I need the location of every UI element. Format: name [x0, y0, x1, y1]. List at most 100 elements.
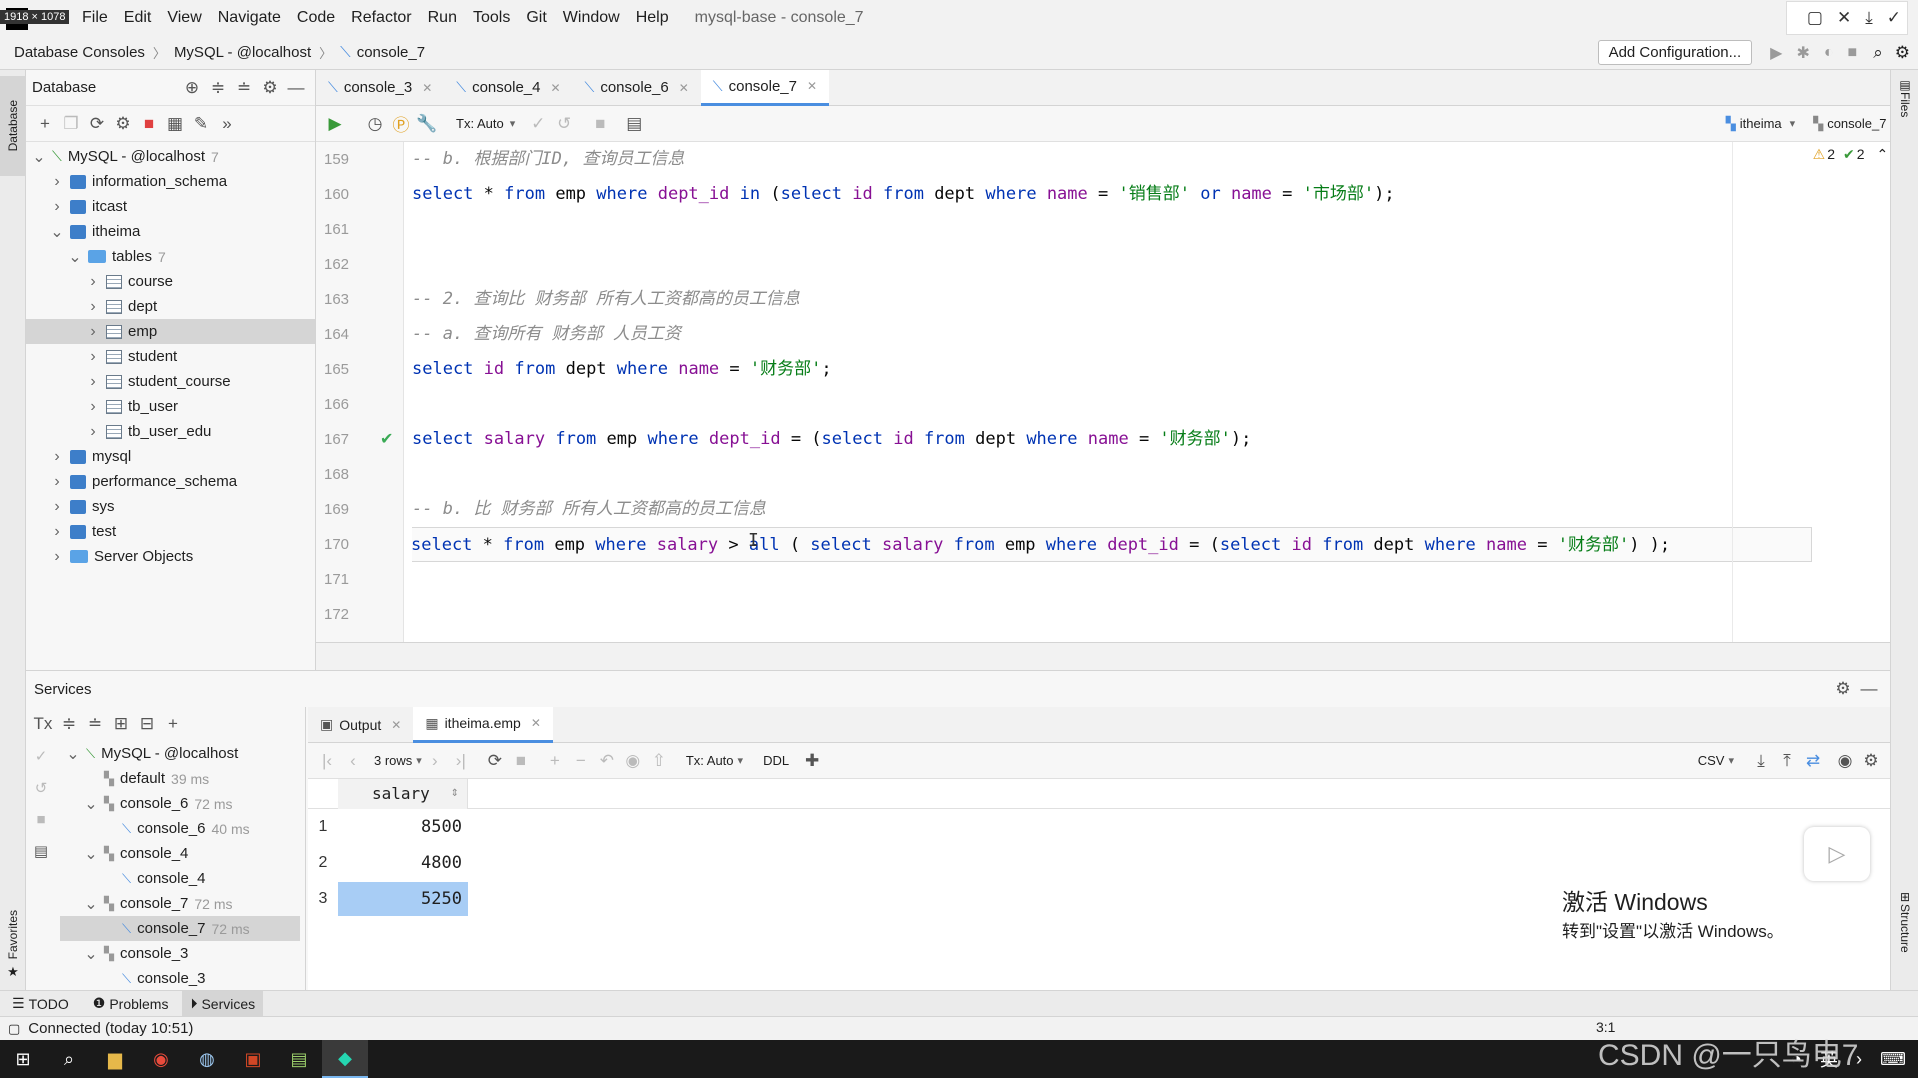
tree-node-tables[interactable]: ⌄ tables 7	[26, 244, 315, 269]
service-node[interactable]: ⌄ ▚ console_3	[60, 941, 300, 966]
stop-icon[interactable]: ■	[36, 811, 45, 828]
cancel-icon[interactable]: ■	[508, 751, 534, 771]
add-icon[interactable]: +	[160, 714, 186, 734]
tree-node-student-course[interactable]: › student_course	[26, 369, 315, 394]
menu-tools[interactable]: Tools	[473, 9, 510, 27]
chevron-right-icon[interactable]: ›	[86, 298, 100, 316]
history-icon[interactable]: ◷	[362, 114, 388, 134]
tab-console-6[interactable]: ⟍ console_6 ✕	[573, 70, 701, 106]
keyboard-icon[interactable]: ⌨	[1880, 1049, 1906, 1070]
refresh-icon[interactable]: ⟳	[84, 114, 110, 134]
chevron-right-icon[interactable]: ›	[50, 473, 64, 491]
stop-icon[interactable]: ■	[1848, 44, 1858, 62]
structure-tool-tab[interactable]: ⊞ Structure	[1891, 890, 1918, 1000]
menu-window[interactable]: Window	[563, 9, 620, 27]
tree-node-dept[interactable]: › dept	[26, 294, 315, 319]
database-tool-tab[interactable]: Database	[0, 76, 26, 176]
tree-node-itheima[interactable]: ⌄ itheima	[26, 219, 315, 244]
group-icon[interactable]: ⊞	[108, 714, 134, 734]
code-line[interactable]: select * from emp where dept_id in (sele…	[412, 177, 1812, 212]
menu-run[interactable]: Run	[428, 9, 457, 27]
tx-mode-select[interactable]: Tx: Auto	[456, 116, 504, 131]
menu-file[interactable]: File	[82, 9, 108, 27]
tree-node-mysql-localhost[interactable]: ⌄ ⟍ MySQL - @localhost 7	[26, 144, 315, 169]
close-tab-icon[interactable]: ✕	[391, 718, 401, 732]
tx-icon[interactable]: Tx	[30, 714, 56, 734]
datagrip-taskbar-icon[interactable]: ◆	[322, 1040, 368, 1078]
close-tab-icon[interactable]: ✕	[807, 79, 817, 93]
close-tab-icon[interactable]: ✕	[422, 81, 432, 95]
code-line[interactable]	[412, 597, 1812, 632]
minimize-icon[interactable]: —	[1856, 679, 1882, 699]
minimize-icon[interactable]: —	[283, 78, 309, 98]
first-page-icon[interactable]: |‹	[314, 751, 340, 771]
expand-all-icon[interactable]: ≑	[205, 78, 231, 98]
ddl-button[interactable]: DDL	[763, 753, 789, 768]
code-line[interactable]: select id from dept where name = '财务部';	[412, 352, 1812, 387]
code-line[interactable]	[412, 212, 1812, 247]
code-line[interactable]: -- 2. 查询比 财务部 所有人工资都高的员工信息	[412, 282, 1812, 317]
menu-navigate[interactable]: Navigate	[218, 9, 281, 27]
copy-icon[interactable]: ❐	[58, 114, 84, 134]
menu-view[interactable]: View	[167, 9, 201, 27]
powerpoint-icon[interactable]: ▣	[230, 1040, 276, 1078]
schema-icon[interactable]: ⚙	[110, 114, 136, 134]
export-icon[interactable]: ⤓	[1748, 751, 1774, 771]
breadcrumb-root[interactable]: Database Consoles	[14, 44, 145, 61]
commit-icon[interactable]: ✓	[35, 747, 48, 765]
tree-node-performance-schema[interactable]: › performance_schema	[26, 469, 315, 494]
code-line[interactable]: select salary from emp where dept_id = (…	[412, 422, 1812, 457]
tree-node-test[interactable]: › test	[26, 519, 315, 544]
prev-page-icon[interactable]: ‹	[340, 751, 366, 771]
chevron-down-icon[interactable]: ⌄	[66, 744, 80, 764]
menu-edit[interactable]: Edit	[124, 9, 152, 27]
add-icon[interactable]: +	[32, 114, 58, 134]
delete-row-icon[interactable]: −	[568, 751, 594, 771]
service-node[interactable]: ⟍ console_6 40 ms	[60, 816, 300, 841]
service-node[interactable]: ⌄ ⟍ MySQL - @localhost	[60, 741, 300, 766]
windows-start-icon[interactable]: ⊞	[0, 1040, 46, 1078]
tree-node-course[interactable]: › course	[26, 269, 315, 294]
chevron-right-icon[interactable]: ›	[86, 423, 100, 441]
notepad-icon[interactable]: ▤	[276, 1040, 322, 1078]
file-explorer-icon[interactable]: ▆	[92, 1040, 138, 1078]
debug-icon[interactable]: ✱	[1796, 43, 1809, 63]
settings-icon[interactable]: ⚙	[1895, 43, 1910, 63]
rollback-icon[interactable]: ↺	[35, 779, 48, 797]
code-line[interactable]: -- a. 查询所有 财务部 人员工资	[412, 317, 1812, 352]
menu-help[interactable]: Help	[636, 9, 669, 27]
collapse-all-icon[interactable]: ≐	[231, 78, 257, 98]
tree-node-tb-user-edu[interactable]: › tb_user_edu	[26, 419, 315, 444]
menu-code[interactable]: Code	[297, 9, 335, 27]
rows-count[interactable]: 3 rows	[374, 753, 412, 768]
column-header-salary[interactable]: salary ⇕	[338, 778, 468, 809]
search-icon[interactable]: ⌕	[1873, 43, 1883, 63]
edit-icon[interactable]: ✎	[188, 114, 214, 134]
run-icon[interactable]: ▶	[1770, 43, 1782, 63]
code-line[interactable]: -- b. 比 财务部 所有人工资都高的员工信息	[412, 492, 1812, 527]
download-icon[interactable]: ⤓	[1865, 8, 1873, 28]
check-icon[interactable]: ✓	[1887, 8, 1901, 28]
tree-node-itcast[interactable]: › itcast	[26, 194, 315, 219]
service-node[interactable]: ⌄ ▚ console_7 72 ms	[60, 891, 300, 916]
result-tab-itheima-emp[interactable]: ▦ itheima.emp ✕	[413, 706, 553, 743]
code-line[interactable]: select * from emp where salary > all ( s…	[412, 527, 1812, 562]
more-icon[interactable]: »	[214, 114, 240, 134]
add-row-icon[interactable]: +	[542, 751, 568, 771]
table-row[interactable]: 1 8500	[308, 809, 1890, 845]
table-view-icon[interactable]: ▦	[162, 114, 188, 134]
code-content[interactable]: -- b. 根据部门ID, 查询员工信息 select * from emp wh…	[412, 142, 1812, 642]
expand-all-icon[interactable]: ≑	[56, 714, 82, 734]
chrome-icon[interactable]: ◉	[138, 1040, 184, 1078]
gear-icon[interactable]: ⚙	[1830, 679, 1856, 699]
chevron-right-icon[interactable]: ›	[50, 198, 64, 216]
chevron-down-icon[interactable]: ⌄	[84, 794, 98, 814]
service-node[interactable]: ⟍ console_4	[60, 866, 300, 891]
tree-node-sys[interactable]: › sys	[26, 494, 315, 519]
code-line[interactable]	[412, 247, 1812, 282]
view-icon[interactable]: ◉	[1832, 751, 1858, 771]
favorites-tool-tab[interactable]: Favorites ★	[0, 890, 26, 1000]
chevron-right-icon[interactable]: ›	[50, 173, 64, 191]
todo-tab[interactable]: TODO	[29, 996, 69, 1012]
gear-icon[interactable]: ⚙	[1858, 751, 1884, 771]
